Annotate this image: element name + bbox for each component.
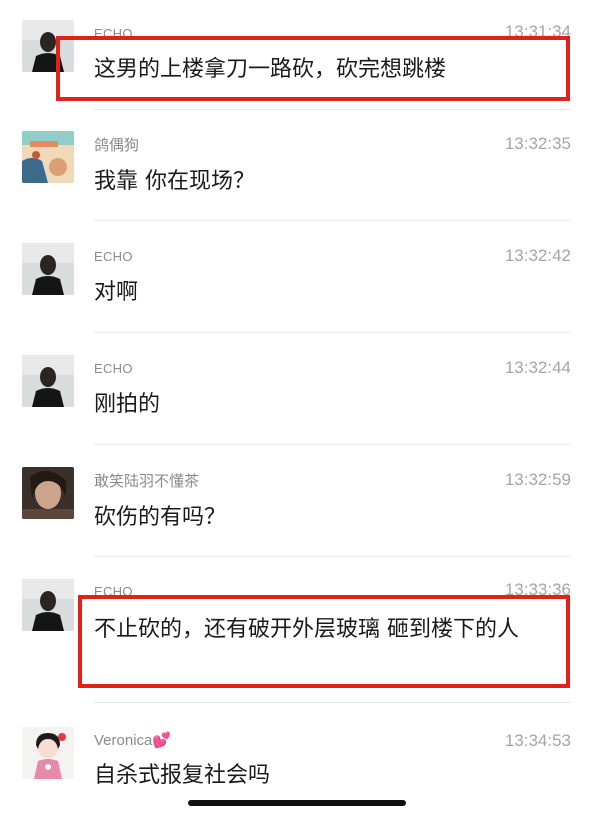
echo-avatar[interactable] [22, 579, 74, 631]
heart-emoji-icon: 💕 [152, 732, 172, 749]
message-text[interactable]: 刚拍的 [94, 387, 564, 423]
message-text[interactable]: 自杀式报复社会吗 [94, 758, 564, 794]
message-time: 13:32:44 [504, 358, 571, 377]
sender-name: Veronica💕 [94, 731, 171, 749]
message-time: 13:32:59 [504, 470, 571, 489]
highlight-box [56, 36, 570, 101]
message-text[interactable]: 砍伤的有吗？ [94, 500, 564, 536]
message-time: 13:34:53 [504, 731, 571, 750]
message-separator [94, 332, 571, 333]
message-text[interactable]: 我靠 你在现场？ [94, 164, 564, 200]
message-text[interactable]: 对啊 [94, 275, 564, 311]
home-indicator[interactable] [188, 800, 406, 806]
highlight-box [78, 595, 570, 688]
message-separator [94, 109, 571, 110]
sender-name: ECHO [94, 249, 133, 264]
echo-avatar[interactable] [22, 355, 74, 407]
cartoon-girl-avatar[interactable] [22, 727, 74, 779]
message-separator [94, 702, 571, 703]
sender-name: 鸽偶狗 [94, 137, 140, 154]
message-time: 13:32:35 [504, 134, 571, 153]
woman-photo-avatar[interactable] [22, 467, 74, 519]
echo-avatar[interactable] [22, 243, 74, 295]
message-time: 13:32:42 [504, 246, 571, 265]
sender-name: ECHO [94, 361, 133, 376]
message-separator [94, 444, 571, 445]
message-separator [94, 556, 571, 557]
illustration-avatar[interactable] [22, 131, 74, 183]
message-separator [94, 220, 571, 221]
sender-name: 敢笑陆羽不懂茶 [94, 473, 200, 490]
sender-name-text: Veronica [94, 732, 153, 749]
